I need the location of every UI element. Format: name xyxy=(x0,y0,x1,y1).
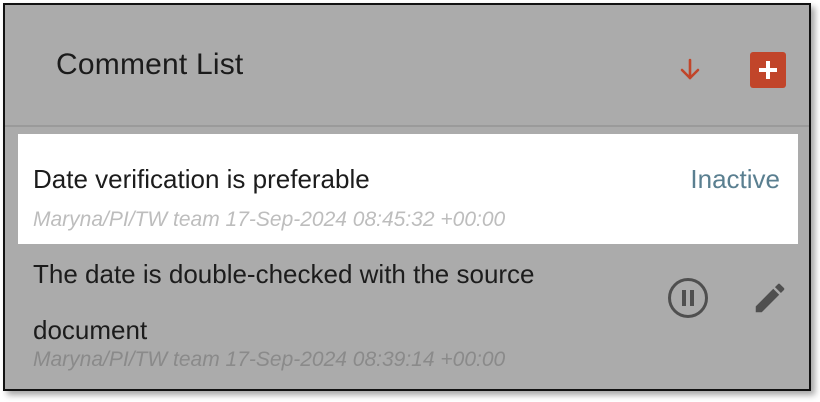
panel-title: Comment List xyxy=(56,48,244,81)
comment-meta: Maryna/PI/TW team 17-Sep-2024 08:39:14 +… xyxy=(33,348,506,371)
sort-button[interactable] xyxy=(675,55,705,85)
comment-text: The date is double-checked with the sour… xyxy=(33,259,535,345)
edit-button[interactable] xyxy=(751,279,789,317)
plus-icon xyxy=(759,61,777,79)
pause-button[interactable] xyxy=(666,276,710,320)
comment-list-panel: Comment List Date verification is prefer… xyxy=(3,3,811,391)
pause-circle-icon xyxy=(668,278,708,318)
arrow-down-icon xyxy=(680,58,700,80)
comment-item: The date is double-checked with the sour… xyxy=(18,246,798,386)
comment-meta: Maryna/PI/TW team 17-Sep-2024 08:45:32 +… xyxy=(33,208,506,231)
pencil-icon xyxy=(755,283,785,313)
header-divider xyxy=(5,125,809,127)
panel-header: Comment List xyxy=(5,5,809,127)
comment-text: Date verification is preferable xyxy=(33,164,370,194)
comment-item-active[interactable]: Date verification is preferable Inactive… xyxy=(18,134,798,244)
add-comment-button[interactable] xyxy=(750,52,786,88)
status-badge[interactable]: Inactive xyxy=(690,164,780,195)
